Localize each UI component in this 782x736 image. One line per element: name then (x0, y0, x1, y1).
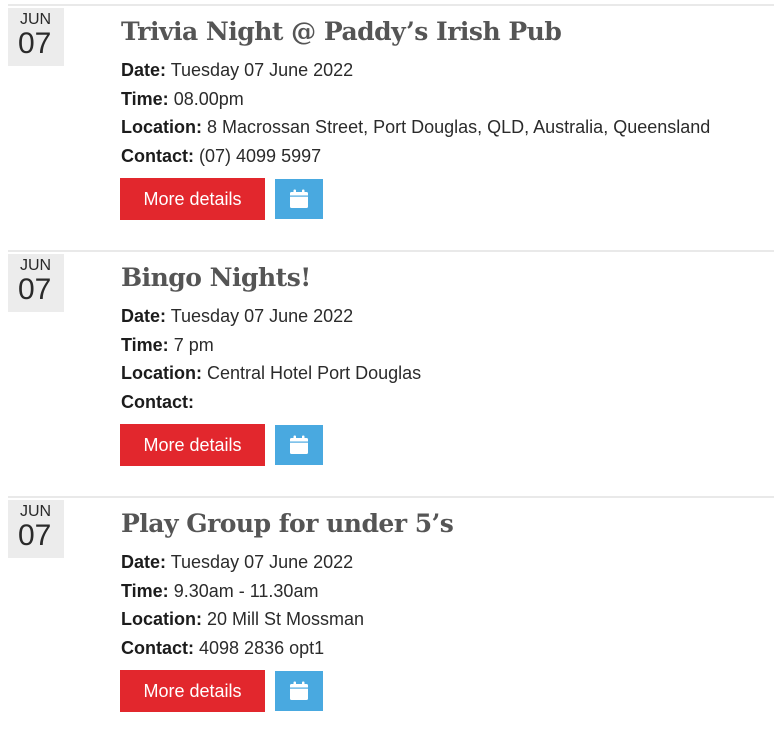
add-to-calendar-button[interactable] (275, 179, 323, 219)
location-label: Location: (121, 363, 202, 383)
add-to-calendar-button[interactable] (275, 425, 323, 465)
date-value: Tuesday 07 June 2022 (170, 552, 354, 572)
event-list: JUN 07 Trivia Night @ Paddy’s Irish Pub … (0, 0, 782, 736)
time-label: Time: (121, 580, 169, 601)
date-badge: JUN 07 (8, 254, 64, 312)
time-value: 7 pm (173, 334, 214, 355)
divider (8, 250, 774, 252)
event-item: JUN 07 Bingo Nights! Date: Tuesday 07 Ju… (0, 246, 782, 492)
event-item: JUN 07 Trivia Night @ Paddy’s Irish Pub … (0, 0, 782, 246)
event-location: Location: 20 Mill St Mossman (121, 605, 774, 634)
contact-value: (07) 4099 5997 (199, 145, 322, 166)
calendar-icon (290, 189, 308, 208)
time-value: 08.00pm (173, 88, 244, 109)
location-label: Location: (121, 609, 202, 629)
event-date: Date: Tuesday 07 June 2022 (121, 302, 774, 331)
date-day: 07 (18, 273, 52, 306)
more-details-button[interactable]: More details (120, 178, 265, 220)
date-badge: JUN 07 (8, 8, 64, 66)
divider (8, 4, 774, 6)
event-location: Location: Central Hotel Port Douglas (121, 359, 774, 388)
event-item: JUN 07 Play Group for under 5’s Date: Tu… (0, 492, 782, 736)
event-body: Play Group for under 5’s Date: Tuesday 0… (121, 507, 774, 662)
date-value: Tuesday 07 June 2022 (170, 306, 354, 326)
calendar-icon (290, 681, 308, 700)
event-date: Date: Tuesday 07 June 2022 (121, 56, 774, 85)
date-badge: JUN 07 (8, 500, 64, 558)
event-location: Location: 8 Macrossan Street, Port Dougl… (121, 113, 774, 142)
event-time: Time: 08.00pm (121, 85, 774, 114)
contact-label: Contact: (121, 145, 194, 166)
date-label: Date: (121, 60, 167, 80)
add-to-calendar-button[interactable] (275, 671, 323, 711)
event-contact: Contact: 4098 2836 opt1 (121, 634, 774, 663)
event-time: Time: 7 pm (121, 331, 774, 360)
contact-label: Contact: (121, 391, 194, 412)
date-label: Date: (121, 306, 167, 326)
time-label: Time: (121, 88, 169, 109)
more-details-button[interactable]: More details (120, 424, 265, 466)
date-day: 07 (18, 519, 52, 552)
location-value: 8 Macrossan Street, Port Douglas, QLD, A… (207, 117, 711, 137)
more-details-button[interactable]: More details (120, 670, 265, 712)
location-value: 20 Mill St Mossman (207, 609, 365, 629)
date-day: 07 (18, 27, 52, 60)
calendar-icon (290, 435, 308, 454)
time-label: Time: (121, 334, 169, 355)
event-time: Time: 9.30am - 11.30am (121, 577, 774, 606)
divider (8, 496, 774, 498)
event-body: Trivia Night @ Paddy’s Irish Pub Date: T… (121, 15, 774, 170)
location-label: Location: (121, 117, 202, 137)
contact-value: 4098 2836 opt1 (199, 637, 325, 658)
contact-label: Contact: (121, 637, 194, 658)
event-body: Bingo Nights! Date: Tuesday 07 June 2022… (121, 261, 774, 416)
date-label: Date: (121, 552, 167, 572)
event-contact: Contact: (07) 4099 5997 (121, 142, 774, 171)
event-contact: Contact: (121, 388, 774, 417)
event-date: Date: Tuesday 07 June 2022 (121, 548, 774, 577)
location-value: Central Hotel Port Douglas (207, 363, 422, 383)
event-title: Bingo Nights! (121, 263, 311, 292)
event-title: Play Group for under 5’s (121, 509, 454, 538)
event-title: Trivia Night @ Paddy’s Irish Pub (121, 17, 562, 46)
time-value: 9.30am - 11.30am (173, 580, 319, 601)
date-value: Tuesday 07 June 2022 (170, 60, 354, 80)
